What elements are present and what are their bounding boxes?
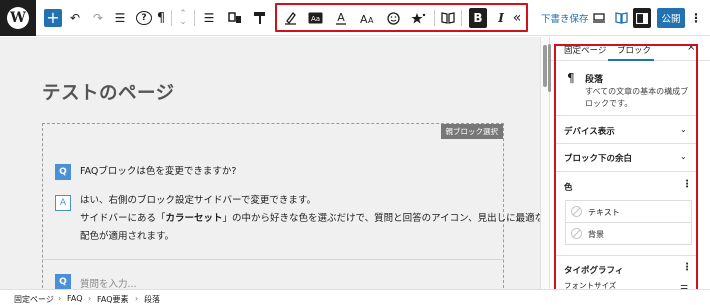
page-title[interactable]: テストのページ <box>42 79 175 105</box>
redo-icon: ↷ <box>92 11 104 25</box>
paint-roller-button[interactable] <box>252 8 268 28</box>
help-button[interactable]: ? <box>136 11 152 25</box>
chevron-right-icon: › <box>135 294 139 303</box>
sidebar-icon <box>636 12 648 24</box>
toolbar-divider <box>171 10 172 26</box>
block-transform-button[interactable] <box>227 8 243 28</box>
align-button[interactable]: ☰ <box>202 8 216 28</box>
book-open-icon <box>614 12 628 24</box>
question-input[interactable]: 質問を入力... <box>80 276 137 290</box>
editor-canvas[interactable]: テストのページ 親ブロック選択 Q FAQブロックは色を変更できますか? A は… <box>0 37 544 293</box>
reading-view-button[interactable] <box>614 8 628 28</box>
kebab-icon: ⋮ <box>690 11 702 25</box>
faq-answer-line2[interactable]: サイドバーにある「カラーセット」の中から好きな色を選ぶだけで、質問と回答のアイコ… <box>80 211 544 227</box>
add-block-button[interactable]: + <box>44 9 62 27</box>
move-up-down-button[interactable]: ⌃ ⌄ <box>177 8 189 28</box>
transform-icon <box>228 12 241 23</box>
options-menu-button[interactable]: ⋮ <box>690 8 702 28</box>
paint-roller-icon <box>254 12 265 24</box>
save-draft-button[interactable]: 下書き保存 <box>541 11 589 25</box>
undo-icon: ↶ <box>69 11 81 25</box>
list-view-button[interactable]: ☰ <box>113 8 127 28</box>
top-toolbar: W + ↶ ↷ ☰ ? ¶ ⌃⌄ ☰ Aa A AA B I « 下書き保存 <box>0 0 710 36</box>
help-icon: ? <box>141 13 147 23</box>
redo-button[interactable]: ↷ <box>91 8 105 28</box>
breadcrumb-item: 段落 <box>144 295 160 304</box>
chevron-right-icon: › <box>58 294 62 303</box>
paragraph-block-button[interactable]: ¶ <box>155 8 167 28</box>
faq-block[interactable]: 親ブロック選択 Q FAQブロックは色を変更できますか? A はい、右側のブロッ… <box>42 123 544 293</box>
breadcrumb-item[interactable]: FAQ要素 <box>97 294 129 305</box>
bold-text: カラーセット <box>165 213 223 224</box>
paragraph-icon: ¶ <box>156 10 166 26</box>
wordpress-icon: W <box>7 7 29 29</box>
undo-button[interactable]: ↶ <box>68 8 82 28</box>
sidebar-highlight-box <box>554 44 698 300</box>
preview-button[interactable] <box>592 8 606 28</box>
list-view-icon: ☰ <box>114 11 126 25</box>
scrollbar-thumb[interactable] <box>543 45 547 87</box>
answer-badge: A <box>55 195 71 211</box>
breadcrumb-item[interactable]: 固定ページ <box>14 294 54 305</box>
question-badge: Q <box>55 274 71 290</box>
faq-answer-line3[interactable]: 配色が適用されます。 <box>80 229 174 245</box>
chevron-down-icon: ⌄ <box>179 17 187 27</box>
faq-question[interactable]: FAQブロックは色を変更できますか? <box>80 164 236 180</box>
editor-scrollbar[interactable] <box>540 37 548 289</box>
align-left-icon: ☰ <box>203 11 215 25</box>
toolbar-highlight-box <box>275 3 528 32</box>
parent-block-select-button[interactable]: 親ブロック選択 <box>440 124 503 139</box>
wordpress-logo-button[interactable]: W <box>0 0 36 36</box>
desktop-icon <box>593 13 605 23</box>
breadcrumb-item[interactable]: FAQ <box>67 294 83 303</box>
faq-answer-line1[interactable]: はい、右側のブロック設定サイドバーで変更できます。 <box>80 193 316 209</box>
settings-sidebar-toggle[interactable] <box>633 8 651 28</box>
faq-divider <box>43 259 503 260</box>
question-badge: Q <box>55 164 71 180</box>
chevron-right-icon: › <box>88 294 92 303</box>
sidebar-scrollbar-thumb[interactable] <box>548 44 551 92</box>
toolbar-divider <box>194 10 195 26</box>
publish-button[interactable]: 公開 <box>657 8 685 28</box>
breadcrumb: 固定ページ › FAQ › FAQ要素 › 段落 <box>0 289 710 305</box>
